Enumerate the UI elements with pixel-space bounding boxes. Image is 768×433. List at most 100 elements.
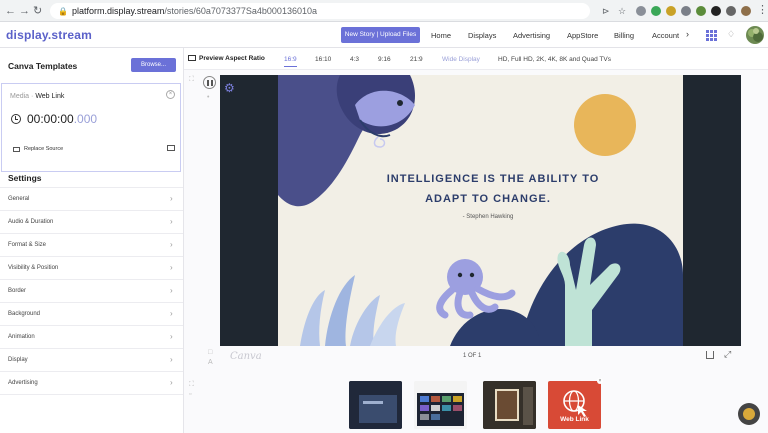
slide-preview[interactable]: INTELLIGENCE IS THE ABILITY TO ADAPT TO … bbox=[220, 75, 741, 346]
replace-source-button[interactable]: Replace Source bbox=[24, 146, 63, 152]
settings-label: Animation bbox=[8, 334, 35, 340]
settings-row-display[interactable]: Display › bbox=[0, 348, 183, 371]
thumbnail-label: Web Link bbox=[560, 416, 589, 423]
media-label: Media · Web Link bbox=[10, 93, 65, 100]
ratio-4-3[interactable]: 4:3 bbox=[350, 56, 359, 63]
avatar[interactable] bbox=[746, 26, 764, 44]
key-icon[interactable]: ⊳ bbox=[602, 4, 610, 18]
ratio-9-16[interactable]: 9:16 bbox=[378, 56, 391, 63]
settings-row-advertising[interactable]: Advertising › bbox=[0, 371, 183, 394]
timer-ms: .000 bbox=[73, 112, 98, 126]
timer-main: 00:00:00 bbox=[27, 112, 74, 126]
browse-button[interactable]: Browse... bbox=[131, 58, 176, 72]
forward-icon[interactable]: → bbox=[19, 4, 30, 18]
chevron-right-icon: › bbox=[170, 217, 173, 226]
chevron-right-icon: › bbox=[170, 355, 173, 364]
monitor-icon[interactable]: □ bbox=[208, 349, 212, 356]
settings-label: General bbox=[8, 196, 30, 202]
puzzle-icon[interactable] bbox=[726, 6, 736, 16]
settings-row-format[interactable]: Format & Size › bbox=[0, 233, 183, 256]
quote-line-2: ADAPT TO CHANGE. bbox=[425, 193, 551, 205]
fullscreen-icon[interactable]: ⛶ bbox=[189, 381, 194, 389]
settings-label: Audio & Duration bbox=[8, 219, 54, 225]
chevron-right-icon: › bbox=[170, 286, 173, 295]
settings-row-general[interactable]: General › bbox=[0, 187, 183, 210]
new-story-button[interactable]: New Story | Upload Files bbox=[341, 27, 420, 43]
page-indicator: 1 OF 1 bbox=[463, 353, 482, 359]
back-icon[interactable]: ← bbox=[5, 4, 16, 18]
chevron-right-icon: › bbox=[170, 240, 173, 249]
preview-toolbar: Preview Aspect Ratio 16:9 16:10 4:3 9:16… bbox=[184, 48, 768, 70]
chevron-right-icon: › bbox=[170, 378, 173, 387]
nav-advertising[interactable]: Advertising bbox=[513, 31, 550, 40]
chevron-right-icon: › bbox=[170, 309, 173, 318]
app-header: display.stream New Story | Upload Files … bbox=[0, 22, 768, 48]
panel-title: Canva Templates bbox=[8, 61, 78, 71]
monitor-icon bbox=[188, 55, 196, 61]
extension-icon[interactable] bbox=[681, 6, 691, 16]
help-widget-button[interactable] bbox=[738, 403, 760, 425]
extension-icon[interactable] bbox=[711, 6, 721, 16]
thumbnail-3[interactable] bbox=[483, 381, 536, 429]
settings-row-visibility[interactable]: Visibility & Position › bbox=[0, 256, 183, 279]
share-icon[interactable] bbox=[706, 351, 714, 359]
extension-icon[interactable] bbox=[696, 6, 706, 16]
media-type: Web Link bbox=[35, 93, 65, 100]
left-panel: Canva Templates Browse... Media · Web Li… bbox=[0, 48, 184, 433]
address-bar[interactable]: 🔒 platform.display.stream/stories/60a7073… bbox=[50, 3, 590, 19]
monitor-icon[interactable] bbox=[167, 145, 175, 151]
duration-timer: 00:00:00.000 bbox=[27, 112, 97, 126]
settings-row-animation[interactable]: Animation › bbox=[0, 325, 183, 348]
ratio-16-9[interactable]: 16:9 bbox=[284, 56, 297, 67]
ratio-21-9[interactable]: 21:9 bbox=[410, 56, 423, 63]
divider bbox=[0, 394, 183, 395]
wide-display-option[interactable]: Wide Display bbox=[442, 56, 480, 63]
settings-label: Format & Size bbox=[8, 242, 47, 248]
url-host: platform.display.stream bbox=[71, 6, 165, 16]
lock-icon: 🔒 bbox=[58, 7, 68, 16]
close-icon[interactable]: × bbox=[597, 378, 603, 384]
more-icon[interactable]: ⋮ bbox=[757, 3, 768, 17]
replace-icon bbox=[13, 147, 20, 152]
fullscreen-icon[interactable]: ⛶ bbox=[189, 76, 194, 84]
close-icon[interactable]: × bbox=[166, 90, 175, 99]
settings-label: Visibility & Position bbox=[8, 265, 59, 271]
quote-author: - Stephen Hawking bbox=[462, 214, 514, 220]
star-icon[interactable]: ☆ bbox=[618, 4, 626, 18]
chevron-right-icon: › bbox=[170, 194, 173, 203]
apps-grid-icon[interactable] bbox=[706, 30, 717, 41]
extension-icon[interactable] bbox=[636, 6, 646, 16]
preview-label: Preview Aspect Ratio bbox=[199, 55, 265, 62]
settings-row-audio[interactable]: Audio & Duration › bbox=[0, 210, 183, 233]
settings-label: Background bbox=[8, 311, 41, 317]
nav-home[interactable]: Home bbox=[431, 31, 451, 40]
canva-watermark: Canva bbox=[230, 351, 262, 362]
pause-button[interactable] bbox=[203, 76, 216, 89]
text-icon[interactable]: A bbox=[208, 359, 213, 366]
extension-icon[interactable] bbox=[651, 6, 661, 16]
square-icon[interactable]: ▫ bbox=[189, 391, 191, 398]
expand-icon[interactable]: ⤢ bbox=[724, 349, 731, 360]
nav-account[interactable]: Account bbox=[652, 31, 679, 40]
browser-chrome: ← → ↻ 🔒 platform.display.stream/stories/6… bbox=[0, 0, 768, 22]
thumbnail-1[interactable] bbox=[349, 381, 402, 429]
ratio-16-10[interactable]: 16:10 bbox=[315, 56, 331, 63]
nav-billing[interactable]: Billing bbox=[614, 31, 634, 40]
chevron-right-icon: › bbox=[170, 332, 173, 341]
chevron-right-icon[interactable]: › bbox=[686, 29, 689, 39]
gear-icon[interactable]: ⚙ bbox=[224, 81, 235, 95]
dot-icon: • bbox=[207, 94, 210, 101]
thumbnail-web-link[interactable]: Web Link bbox=[548, 381, 601, 429]
logo[interactable]: display.stream bbox=[6, 28, 92, 42]
bell-icon[interactable]: ♢ bbox=[727, 29, 735, 40]
settings-row-border[interactable]: Border › bbox=[0, 279, 183, 302]
nav-appstore[interactable]: AppStore bbox=[567, 31, 598, 40]
thumbnail-2[interactable] bbox=[414, 381, 467, 429]
nav-displays[interactable]: Displays bbox=[468, 31, 496, 40]
extension-icon[interactable] bbox=[666, 6, 676, 16]
settings-row-background[interactable]: Background › bbox=[0, 302, 183, 325]
hd-options[interactable]: HD, Full HD, 2K, 4K, 8K and Quad TVs bbox=[498, 56, 611, 63]
reload-icon[interactable]: ↻ bbox=[33, 4, 42, 18]
settings-label: Border bbox=[8, 288, 27, 294]
profile-icon[interactable] bbox=[741, 6, 751, 16]
